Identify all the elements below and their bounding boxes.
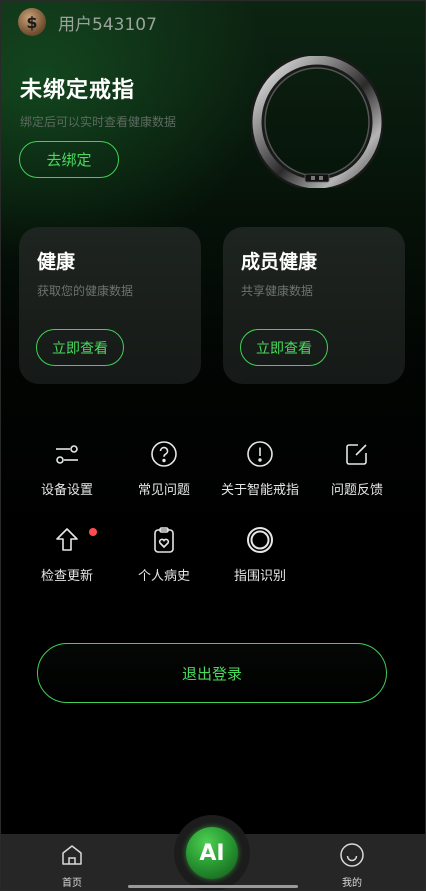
exclamation-circle-icon [247,441,273,467]
func-ring-size[interactable]: 指围识别 [207,525,313,584]
bind-status-title: 未绑定戒指 [20,78,136,103]
func-label: 检查更新 [40,569,93,584]
user-header[interactable]: $ 用户543107 [18,8,157,36]
health-card-title: 健康 [37,251,76,273]
edit-icon [346,444,367,465]
func-label: 问题反馈 [330,483,383,498]
nav-home[interactable]: 首页 [42,842,102,889]
func-label: 个人病史 [137,569,190,584]
clipboard-heart-icon [154,527,174,553]
func-about-ring[interactable]: 关于智能戒指 [207,439,313,498]
member-health-card[interactable]: 成员健康 共享健康数据 立即查看 [223,227,405,384]
func-label: 常见问题 [137,483,190,498]
arrow-up-icon [56,528,78,551]
smile-icon [340,843,364,867]
health-card-subtitle: 获取您的健康数据 [37,284,134,298]
avatar[interactable]: $ [18,8,46,36]
sliders-icon [56,445,78,464]
func-label: 关于智能戒指 [220,483,299,498]
ai-assistant-button[interactable]: AI [186,827,238,879]
bind-ring-button[interactable]: 去绑定 [19,141,119,178]
smart-ring-image [251,56,383,188]
update-badge [89,528,97,536]
func-label: 指围识别 [233,569,286,584]
nav-mine-label: 我的 [342,878,362,889]
bind-status-subtitle: 绑定后可以实时查看健康数据 [20,115,177,129]
nav-mine[interactable]: 我的 [322,842,382,889]
func-device-settings[interactable]: 设备设置 [14,439,120,498]
member-health-card-title: 成员健康 [241,251,318,273]
health-view-button[interactable]: 立即查看 [36,329,124,366]
username: 用户543107 [58,14,157,35]
func-feedback[interactable]: 问题反馈 [304,439,410,498]
func-check-update[interactable]: 检查更新 [14,525,120,584]
home-icon [62,845,82,865]
func-faq[interactable]: 常见问题 [111,439,217,498]
nav-home-label: 首页 [62,878,82,889]
func-medical-history[interactable]: 个人病史 [111,525,217,584]
logout-button[interactable]: 退出登录 [37,643,387,703]
ring-icon [247,527,273,553]
member-health-view-button[interactable]: 立即查看 [240,329,328,366]
question-circle-icon [151,441,177,467]
home-indicator [128,885,298,888]
func-label: 设备设置 [40,483,93,498]
health-card[interactable]: 健康 获取您的健康数据 立即查看 [19,227,201,384]
member-health-card-subtitle: 共享健康数据 [241,284,314,298]
